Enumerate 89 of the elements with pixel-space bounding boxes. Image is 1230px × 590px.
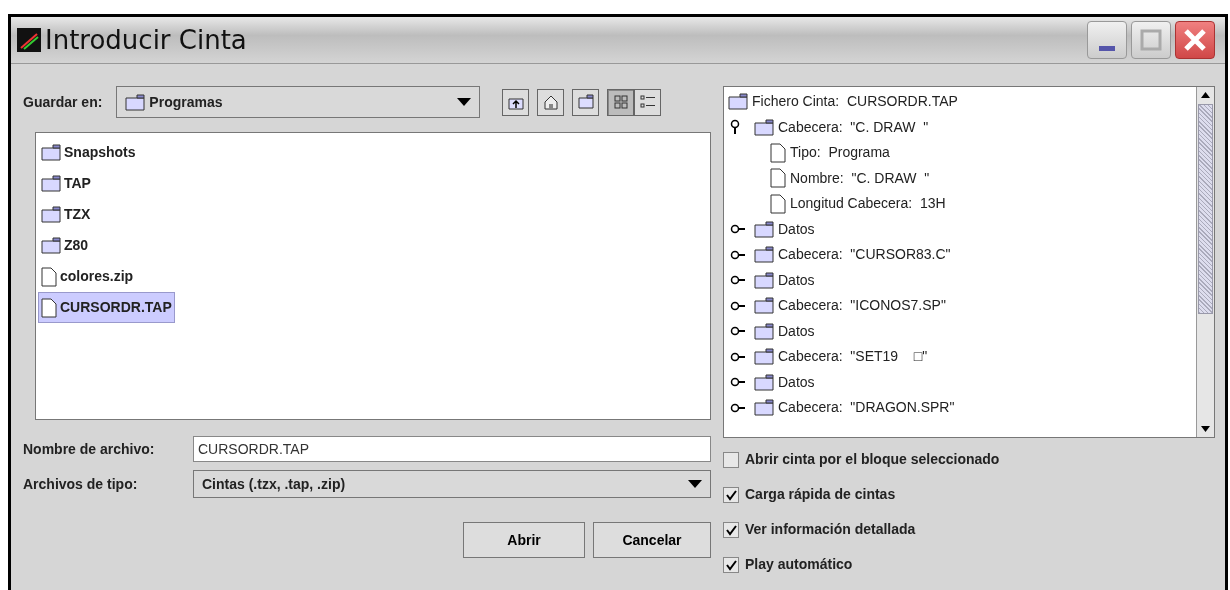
file-name: Snapshots xyxy=(64,143,136,162)
file-item[interactable]: Snapshots xyxy=(38,137,139,168)
file-icon xyxy=(770,168,786,189)
folder-icon xyxy=(754,220,774,238)
tree-node-label[interactable]: Cabecera: "C. DRAW " xyxy=(778,116,929,138)
file-name: Z80 xyxy=(64,236,89,255)
folder-icon xyxy=(41,175,61,192)
folder-icon xyxy=(754,373,774,391)
file-name: TZX xyxy=(64,205,91,224)
checkbox-label: Carga rápida de cintas xyxy=(745,485,896,504)
tree-node-label[interactable]: Tipo: Programa xyxy=(790,142,890,164)
toolbar-button[interactable] xyxy=(634,88,662,116)
expand-handle-icon[interactable] xyxy=(730,401,748,414)
file-name: CURSORDR.TAP xyxy=(60,298,172,317)
file-name: colores.zip xyxy=(60,267,134,286)
scrollbar[interactable] xyxy=(1196,87,1214,437)
tree-node-label[interactable]: Cabecera: "ICONOS7.SP" xyxy=(778,295,946,317)
folder-icon xyxy=(754,118,774,136)
checkbox[interactable] xyxy=(723,451,739,468)
folder-icon xyxy=(754,246,774,264)
folder-icon xyxy=(125,94,146,112)
expand-handle-icon[interactable] xyxy=(730,325,748,338)
tree-node-label[interactable]: Datos xyxy=(778,371,815,393)
file-item[interactable]: colores.zip xyxy=(38,261,137,292)
checkbox[interactable] xyxy=(723,521,739,538)
folder-icon xyxy=(754,271,774,289)
tree-node-label[interactable]: Datos xyxy=(778,320,815,342)
checkbox[interactable] xyxy=(723,556,739,573)
file-icon xyxy=(41,297,57,318)
folder-icon xyxy=(41,206,61,223)
list-view-icon xyxy=(611,93,630,111)
file-icon xyxy=(41,266,57,287)
file-icon xyxy=(770,142,786,163)
checkbox-label: Abrir cinta por el bloque seleccionado xyxy=(745,450,1000,469)
toolbar-button[interactable] xyxy=(572,88,600,116)
folder-icon xyxy=(41,237,61,254)
tree-node-label[interactable]: Datos xyxy=(778,269,815,291)
minimize-icon xyxy=(1099,45,1115,51)
folder-icon xyxy=(754,399,774,417)
file-item[interactable]: Z80 xyxy=(38,230,92,261)
maximize-icon xyxy=(1139,28,1163,52)
save-in-dropdown[interactable]: Programas xyxy=(116,86,481,118)
close-icon xyxy=(1182,27,1208,53)
caret-icon xyxy=(688,479,702,489)
file-item[interactable]: TAP xyxy=(38,168,94,199)
tree-node-label[interactable]: Cabecera: "CURSOR83.C" xyxy=(778,244,951,266)
tree-node-label[interactable]: Fichero Cinta: CURSORDR.TAP xyxy=(752,91,958,113)
open-button[interactable]: Abrir xyxy=(463,522,585,558)
checkbox-label: Ver información detallada xyxy=(745,520,916,539)
tree-node-label[interactable]: Longitud Cabecera: 13H xyxy=(790,193,946,215)
tree-node-label[interactable]: Datos xyxy=(778,218,815,240)
folder-icon xyxy=(754,322,774,340)
toolbar-button[interactable] xyxy=(607,88,635,116)
file-item[interactable]: CURSORDR.TAP xyxy=(38,292,175,323)
cancel-button[interactable]: Cancelar xyxy=(593,522,711,558)
caret-icon xyxy=(457,97,472,107)
close-button[interactable] xyxy=(1175,21,1215,59)
folder-icon xyxy=(754,297,774,315)
expand-handle-icon[interactable] xyxy=(730,248,748,261)
expand-handle-icon[interactable] xyxy=(730,350,748,363)
expand-handle-icon[interactable] xyxy=(730,223,748,236)
details-view-icon xyxy=(638,93,657,111)
file-type-label: Archivos de tipo: xyxy=(23,474,139,494)
file-icon xyxy=(770,193,786,214)
checkbox[interactable] xyxy=(723,486,739,503)
collapse-handle-icon[interactable] xyxy=(730,119,742,136)
checkbox-label: Play automático xyxy=(745,555,853,574)
toolbar-button[interactable] xyxy=(502,88,530,116)
save-in-label: Guardar en: xyxy=(23,92,103,112)
file-name: TAP xyxy=(64,174,91,193)
home-icon xyxy=(541,93,560,111)
toolbar-button[interactable] xyxy=(537,88,565,116)
expand-handle-icon[interactable] xyxy=(730,376,748,389)
tree-node-label[interactable]: Nombre: "C. DRAW " xyxy=(790,167,930,189)
minimize-button[interactable] xyxy=(1087,21,1127,59)
window-title: Introducir Cinta xyxy=(45,23,247,57)
folder-icon xyxy=(754,348,774,366)
expand-handle-icon[interactable] xyxy=(730,274,748,287)
expand-handle-icon[interactable] xyxy=(730,299,748,312)
file-item[interactable]: TZX xyxy=(38,199,94,230)
file-name-label: Nombre de archivo: xyxy=(23,439,156,459)
folder-icon xyxy=(728,93,748,111)
app-icon xyxy=(17,28,41,52)
tree-node-label[interactable]: Cabecera: "DRAGON.SPR" xyxy=(778,397,955,419)
folder-icon xyxy=(41,144,61,161)
file-name-field[interactable]: CURSORDR.TAP xyxy=(193,436,711,462)
tree-node-label[interactable]: Cabecera: "SET19 □" xyxy=(778,346,928,368)
file-type-dropdown[interactable]: Cintas (.tzx, .tap, .zip) xyxy=(193,470,711,498)
folder-icon xyxy=(576,93,595,111)
